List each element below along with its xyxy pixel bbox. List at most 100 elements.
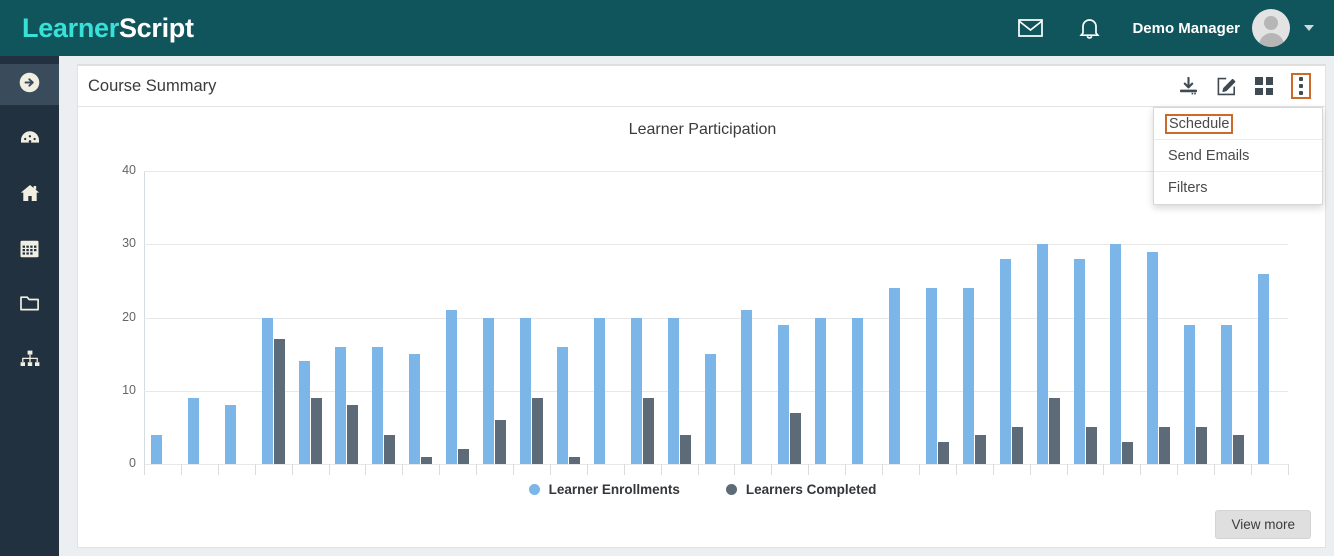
chart-bar[interactable] bbox=[1074, 258, 1085, 464]
chart-bar[interactable] bbox=[1159, 427, 1170, 464]
gridline bbox=[144, 464, 1288, 465]
chart-bar[interactable] bbox=[594, 317, 605, 464]
x-axis-tick bbox=[1067, 464, 1068, 475]
x-axis-tick bbox=[698, 464, 699, 475]
edit-pencil-icon[interactable] bbox=[1215, 73, 1237, 99]
sidebar-item-dashboard[interactable] bbox=[0, 120, 59, 161]
chart-bar[interactable] bbox=[1110, 244, 1121, 464]
chart-bar[interactable] bbox=[569, 456, 580, 464]
sidebar-item-calendar[interactable] bbox=[0, 230, 59, 271]
grid-squares bbox=[1255, 77, 1273, 95]
chart-bar[interactable] bbox=[262, 317, 273, 464]
avatar[interactable] bbox=[1252, 9, 1290, 47]
chart-bar[interactable] bbox=[852, 317, 863, 464]
chart-bar[interactable] bbox=[1049, 398, 1060, 464]
chart-bar[interactable] bbox=[483, 317, 494, 464]
chart-bar[interactable] bbox=[975, 434, 986, 464]
chart-bar[interactable] bbox=[1184, 324, 1195, 464]
x-axis-tick bbox=[550, 464, 551, 475]
chart-bar[interactable] bbox=[1196, 427, 1207, 464]
chart-bar[interactable] bbox=[299, 361, 310, 464]
left-sidebar bbox=[0, 56, 59, 556]
x-axis-tick bbox=[1214, 464, 1215, 475]
chart-bar[interactable] bbox=[1037, 244, 1048, 464]
chart-bar[interactable] bbox=[372, 346, 383, 464]
chart-bar[interactable] bbox=[889, 288, 900, 464]
x-axis-tick bbox=[329, 464, 330, 475]
chart-bar[interactable] bbox=[1122, 442, 1133, 464]
chart-bar[interactable] bbox=[1147, 251, 1158, 464]
chart-bar[interactable] bbox=[741, 310, 752, 464]
envelope-icon[interactable] bbox=[1018, 18, 1044, 38]
chart-bar[interactable] bbox=[1086, 427, 1097, 464]
menu-item-schedule[interactable]: Schedule bbox=[1154, 108, 1322, 140]
sidebar-item-sitemap[interactable] bbox=[0, 340, 59, 381]
x-axis-tick bbox=[882, 464, 883, 475]
chart-bar[interactable] bbox=[557, 346, 568, 464]
card-toolbar bbox=[1177, 73, 1311, 99]
chart-bar[interactable] bbox=[495, 420, 506, 464]
chart-bar[interactable] bbox=[643, 398, 654, 464]
chart-bar[interactable] bbox=[963, 288, 974, 464]
chart-bar[interactable] bbox=[938, 442, 949, 464]
menu-item-filters[interactable]: Filters bbox=[1154, 172, 1322, 204]
more-options-icon[interactable] bbox=[1291, 73, 1311, 99]
legend-item-enrollments[interactable]: Learner Enrollments bbox=[528, 482, 680, 497]
y-axis-label: 20 bbox=[122, 309, 136, 324]
sidebar-item-collapse[interactable] bbox=[0, 64, 59, 105]
chart-bar[interactable] bbox=[188, 398, 199, 464]
chart-bar[interactable] bbox=[311, 398, 322, 464]
menu-item-schedule-label: Schedule bbox=[1165, 113, 1234, 134]
download-icon[interactable] bbox=[1177, 73, 1199, 99]
x-axis-tick bbox=[661, 464, 662, 475]
chart-bar[interactable] bbox=[668, 317, 679, 464]
chart-bar[interactable] bbox=[151, 434, 162, 464]
chart-bar[interactable] bbox=[446, 310, 457, 464]
chart-title: Learner Participation bbox=[628, 121, 777, 138]
chart-bar[interactable] bbox=[631, 317, 642, 464]
x-axis-tick bbox=[1251, 464, 1252, 475]
chart-bar[interactable] bbox=[335, 346, 346, 464]
folder-icon bbox=[19, 295, 40, 316]
x-axis-tick bbox=[292, 464, 293, 475]
chart-bar[interactable] bbox=[520, 317, 531, 464]
chart-bar[interactable] bbox=[1012, 427, 1023, 464]
top-navbar: LearnerScript Demo Manager bbox=[0, 0, 1334, 56]
topbar-actions: Demo Manager bbox=[1000, 0, 1314, 56]
chart-bar[interactable] bbox=[409, 354, 420, 464]
bell-icon[interactable] bbox=[1079, 17, 1101, 40]
chart-bar[interactable] bbox=[705, 354, 716, 464]
chart-bar[interactable] bbox=[225, 405, 236, 464]
chart-bar[interactable] bbox=[926, 288, 937, 464]
sidebar-item-home[interactable] bbox=[0, 175, 59, 216]
chart-bar[interactable] bbox=[347, 405, 358, 464]
chart-bar[interactable] bbox=[680, 434, 691, 464]
chart-legend: Learner Enrollments Learners Completed bbox=[78, 482, 1327, 497]
chart-bar[interactable] bbox=[815, 317, 826, 464]
more-options-menu: Schedule Send Emails Filters bbox=[1153, 107, 1323, 205]
chart-bar[interactable] bbox=[1000, 258, 1011, 464]
card-header: Course Summary bbox=[78, 66, 1325, 107]
chart-bar[interactable] bbox=[532, 398, 543, 464]
menu-item-send-emails[interactable]: Send Emails bbox=[1154, 140, 1322, 172]
chart-bar[interactable] bbox=[458, 449, 469, 464]
chart-bar[interactable] bbox=[778, 324, 789, 464]
legend-label-enrollments: Learner Enrollments bbox=[548, 482, 680, 497]
chart-bar[interactable] bbox=[790, 412, 801, 464]
brand-logo[interactable]: LearnerScript bbox=[22, 13, 194, 44]
legend-label-completed: Learners Completed bbox=[745, 482, 877, 497]
menu-item-send-emails-label: Send Emails bbox=[1168, 147, 1250, 164]
x-axis-tick bbox=[1103, 464, 1104, 475]
chart-bar[interactable] bbox=[1233, 434, 1244, 464]
chart-bar[interactable] bbox=[1258, 273, 1269, 464]
grid-view-icon[interactable] bbox=[1253, 73, 1275, 99]
sidebar-item-folder[interactable] bbox=[0, 285, 59, 326]
view-more-button[interactable]: View more bbox=[1215, 510, 1311, 539]
chart-bar[interactable] bbox=[384, 434, 395, 464]
chart-bar[interactable] bbox=[1221, 324, 1232, 464]
three-dots-vertical bbox=[1299, 77, 1303, 95]
caret-down-icon[interactable] bbox=[1304, 25, 1314, 31]
legend-item-completed[interactable]: Learners Completed bbox=[725, 482, 877, 497]
chart-bar[interactable] bbox=[421, 456, 432, 464]
chart-bar[interactable] bbox=[274, 339, 285, 464]
